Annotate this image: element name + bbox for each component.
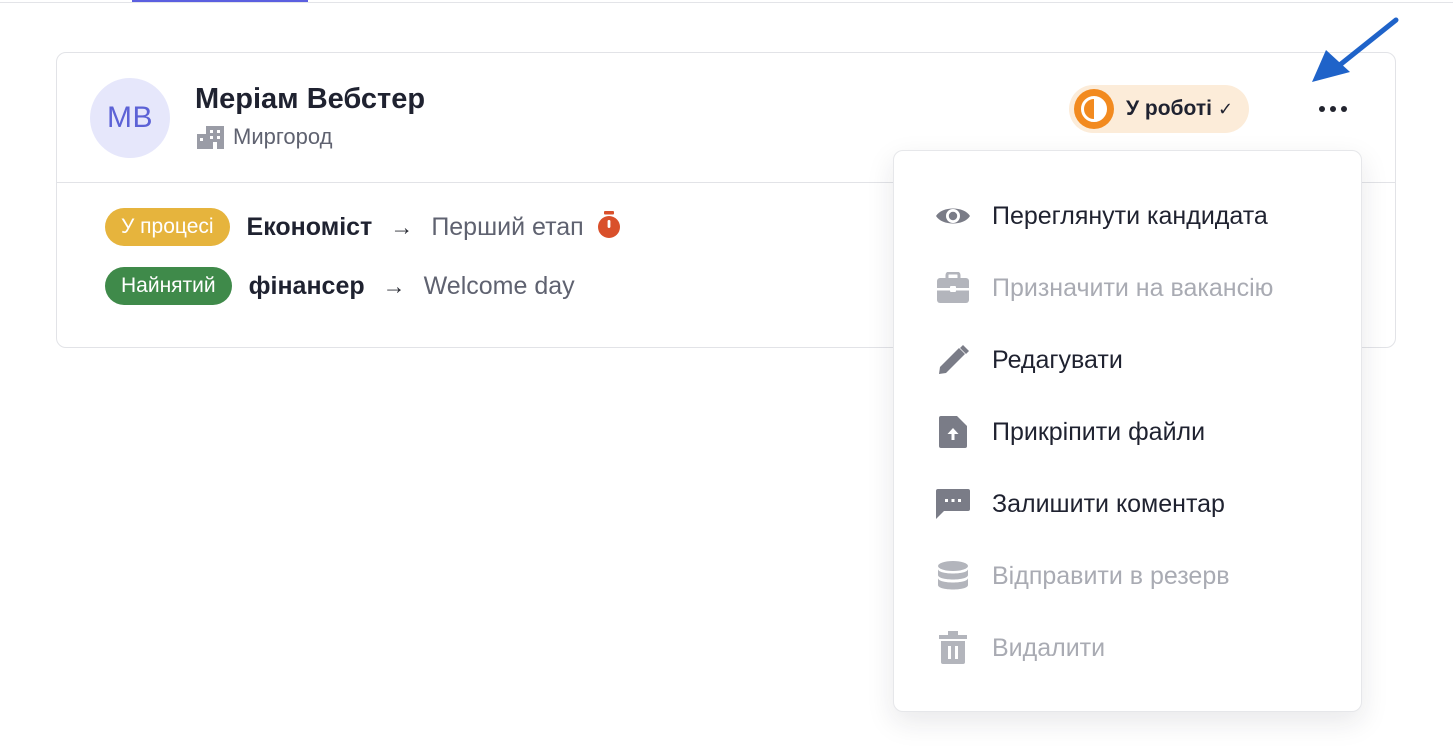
menu-item-label: Призначити на вакансію (992, 273, 1274, 302)
more-dot (1330, 106, 1336, 112)
candidate-actions-menu: Переглянути кандидата Призначити на вака… (893, 150, 1362, 712)
trash-icon (934, 629, 972, 667)
comment-icon (934, 485, 972, 523)
menu-item-label: Видалити (992, 633, 1106, 662)
active-tab-indicator (132, 0, 308, 2)
menu-item-edit[interactable]: Редагувати (934, 338, 1123, 382)
annotation-arrow-icon (1312, 17, 1399, 82)
avatar[interactable]: MB (90, 78, 170, 158)
menu-item-attach-files[interactable]: Прикріпити файли (934, 410, 1205, 454)
arrow-right-icon: → (390, 213, 414, 240)
candidate-name[interactable]: Меріам Вебстер (195, 83, 425, 116)
vacancy-link[interactable]: Економіст (247, 213, 373, 242)
menu-item-label: Відправити в резерв (992, 561, 1230, 590)
eye-icon (934, 197, 972, 235)
in-progress-badge: У процесі (105, 208, 230, 246)
in-progress-status-icon (1074, 89, 1114, 129)
file-upload-icon (934, 413, 972, 451)
pipeline-stage: Welcome day (423, 271, 575, 300)
menu-item-send-to-reserve[interactable]: Відправити в резерв (934, 554, 1230, 598)
menu-item-label: Редагувати (992, 345, 1123, 374)
menu-item-label: Прикріпити файли (992, 417, 1206, 446)
menu-item-label: Залишити коментар (992, 489, 1225, 518)
location-label: Миргород (233, 124, 333, 149)
pipeline-stage: Перший етап (431, 212, 584, 241)
status-label: У роботі (1126, 97, 1212, 120)
briefcase-icon (934, 269, 972, 307)
more-dots-icon (1319, 106, 1325, 112)
menu-item-assign-vacancy[interactable]: Призначити на вакансію (934, 266, 1273, 310)
menu-item-delete[interactable]: Видалити (934, 626, 1105, 670)
more-dot (1341, 106, 1347, 112)
candidate-location: Миргород (197, 124, 332, 150)
arrow-right-icon: → (382, 272, 406, 299)
application-row: У процесі Економіст → Перший етап (105, 208, 622, 246)
building-icon (197, 125, 224, 149)
menu-item-label: Переглянути кандидата (992, 201, 1268, 230)
menu-item-leave-comment[interactable]: Залишити коментар (934, 482, 1225, 526)
menu-item-view-candidate[interactable]: Переглянути кандидата (934, 194, 1268, 238)
pencil-icon (934, 341, 972, 379)
status-badge[interactable]: У роботі ✓ (1069, 85, 1250, 133)
database-icon (934, 557, 972, 595)
check-icon: ✓ (1217, 98, 1234, 119)
stopwatch-icon (596, 210, 622, 244)
hired-badge: Найнятий (105, 267, 232, 305)
vacancy-link[interactable]: фінансер (249, 272, 365, 301)
application-row: Найнятий фінансер → Welcome day (105, 267, 575, 305)
more-actions-button[interactable] (1309, 95, 1357, 123)
